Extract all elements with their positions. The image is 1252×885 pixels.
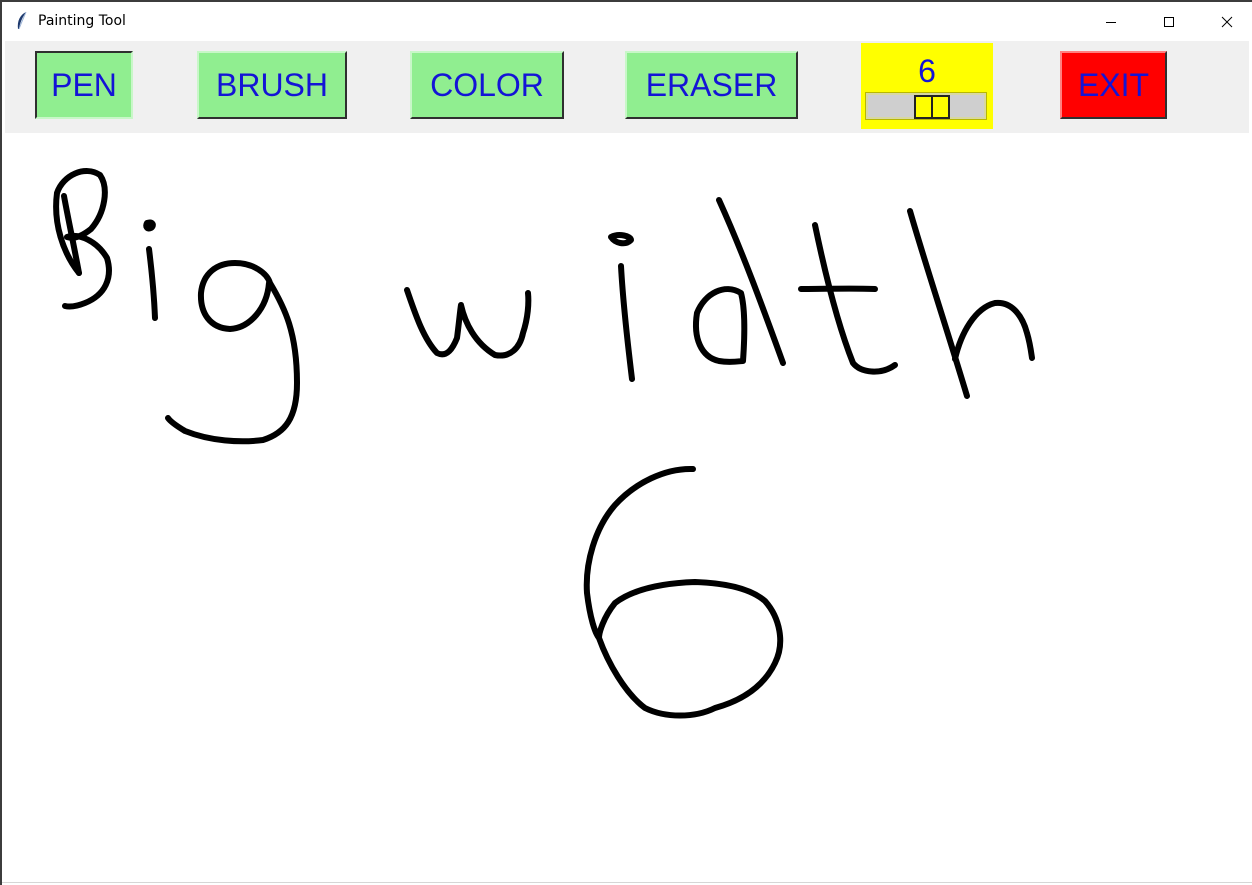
stroke-letter-w <box>404 287 532 359</box>
eraser-button[interactable]: ERASER <box>625 51 798 119</box>
app-window: Painting Tool PEN BRUSH COLOR ERASER 6 E… <box>2 2 1252 885</box>
stroke-letter-d-stem <box>716 197 786 366</box>
stroke-letter-h-stem <box>907 208 970 399</box>
feather-icon <box>14 11 30 31</box>
close-button[interactable] <box>1198 2 1252 41</box>
minimize-button[interactable] <box>1082 2 1140 41</box>
brush-button[interactable]: BRUSH <box>197 51 347 119</box>
stroke-letter-i <box>146 246 158 321</box>
drawing-canvas[interactable] <box>5 133 1252 883</box>
maximize-icon <box>1163 16 1175 28</box>
stroke-letter-d-bowl <box>693 286 748 365</box>
color-button[interactable]: COLOR <box>410 51 564 119</box>
width-slider-thumb[interactable] <box>914 95 950 119</box>
width-slider[interactable] <box>865 92 987 120</box>
stroke-letter-g <box>165 260 300 445</box>
width-panel: 6 <box>861 43 993 129</box>
close-icon <box>1221 16 1233 28</box>
stroke-letter-i2-dot <box>608 232 634 247</box>
stroke-letter-h-arch <box>952 299 1035 362</box>
stroke-letter-i-dot <box>143 219 156 232</box>
title-bar[interactable]: Painting Tool <box>2 2 1252 41</box>
exit-button[interactable]: EXIT <box>1060 51 1167 119</box>
window-title: Painting Tool <box>38 13 126 29</box>
stroke-letter-i2 <box>618 263 635 382</box>
maximize-button[interactable] <box>1140 2 1198 41</box>
window-bottom-border <box>2 882 1252 883</box>
stroke-number-6 <box>583 465 784 719</box>
width-value: 6 <box>918 53 936 89</box>
stroke-letter-t-stem <box>812 222 898 375</box>
minimize-icon <box>1105 16 1117 28</box>
pen-button[interactable]: PEN <box>35 51 133 119</box>
toolbar: PEN BRUSH COLOR ERASER 6 EXIT <box>5 41 1249 133</box>
stroke-letter-b-loop <box>53 168 112 310</box>
